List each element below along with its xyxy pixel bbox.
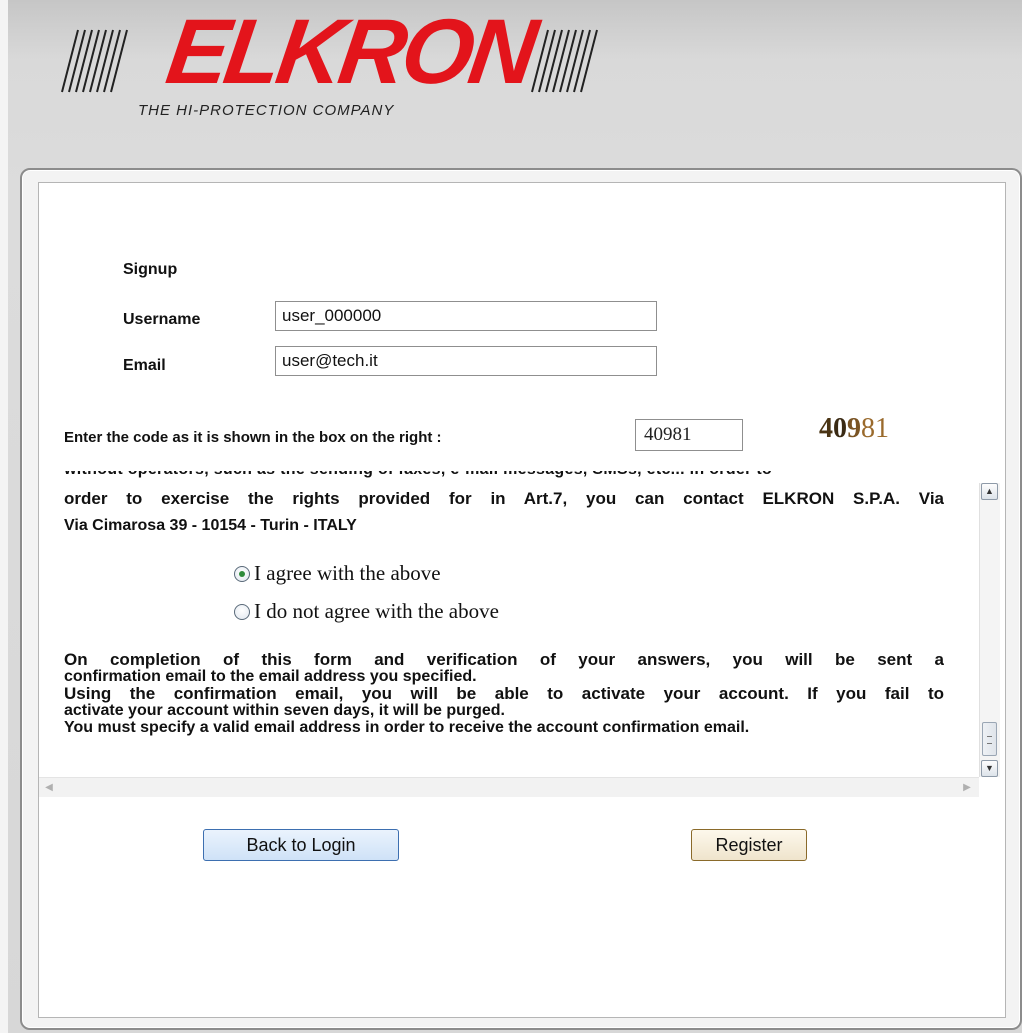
- info-line: confirmation email to the email address …: [64, 668, 477, 685]
- logo-tagline: THE HI-PROTECTION COMPANY: [138, 102, 395, 119]
- logo-speed-lines-right-icon: [531, 29, 598, 93]
- disagree-label[interactable]: I do not agree with the above: [254, 599, 499, 624]
- elkron-logo: ELKRON THE HI-PROTECTION COMPANY: [58, 1, 658, 132]
- vertical-scrollbar[interactable]: ▲ ▼: [979, 483, 1000, 777]
- terms-address: Via Cimarosa 39 - 10154 - Turin - ITALY: [64, 517, 357, 534]
- scroll-thumb[interactable]: [982, 722, 997, 756]
- confirmation-info: On completion of this form and verificat…: [64, 651, 944, 736]
- horizontal-scrollbar[interactable]: ◀ ▶: [39, 777, 979, 797]
- terms-content: without operators, such as the sending o…: [64, 471, 944, 777]
- scroll-down-icon[interactable]: ▼: [981, 760, 998, 777]
- agree-radio[interactable]: [234, 565, 250, 582]
- username-field[interactable]: [275, 301, 657, 331]
- back-to-login-button[interactable]: Back to Login: [203, 829, 399, 861]
- info-line: Using the confirmation email, you will b…: [64, 684, 944, 703]
- agree-option[interactable]: I agree with the above: [234, 561, 441, 586]
- terms-line: order to exercise the rights provided fo…: [64, 489, 944, 508]
- email-label: Email: [123, 357, 166, 374]
- info-line: On completion of this form and verificat…: [64, 650, 944, 669]
- logo-brand-text: ELKRON: [160, 1, 540, 103]
- email-field[interactable]: [275, 346, 657, 376]
- scroll-left-icon[interactable]: ◀: [41, 780, 57, 796]
- scroll-right-icon[interactable]: ▶: [959, 780, 975, 796]
- captcha-image: 40981: [819, 413, 889, 445]
- disagree-radio[interactable]: [234, 603, 250, 620]
- signup-panel: Signup Username Email Enter the code as …: [20, 168, 1022, 1030]
- register-button[interactable]: Register: [691, 829, 807, 861]
- username-label: Username: [123, 311, 201, 328]
- captcha-digit: 4: [819, 413, 833, 444]
- info-line: activate your account within seven days,…: [64, 702, 505, 719]
- page-title: Signup: [123, 261, 178, 278]
- terms-scroll-area[interactable]: without operators, such as the sending o…: [39, 471, 1005, 797]
- logo-speed-lines-left-icon: [61, 29, 128, 93]
- disagree-option[interactable]: I do not agree with the above: [234, 599, 499, 624]
- page-edge: [0, 0, 8, 1033]
- captcha-digit: 81: [861, 413, 889, 444]
- captcha-digit: 9: [847, 413, 861, 444]
- captcha-label: Enter the code as it is shown in the box…: [64, 429, 442, 446]
- info-line: You must specify a valid email address i…: [64, 719, 750, 736]
- captcha-input[interactable]: [635, 419, 743, 451]
- scroll-up-icon[interactable]: ▲: [981, 483, 998, 500]
- captcha-digit: 0: [833, 413, 847, 444]
- agree-label[interactable]: I agree with the above: [254, 561, 441, 586]
- terms-partial-line: without operators, such as the sending o…: [64, 471, 944, 479]
- signup-form: Signup Username Email Enter the code as …: [38, 182, 1006, 1018]
